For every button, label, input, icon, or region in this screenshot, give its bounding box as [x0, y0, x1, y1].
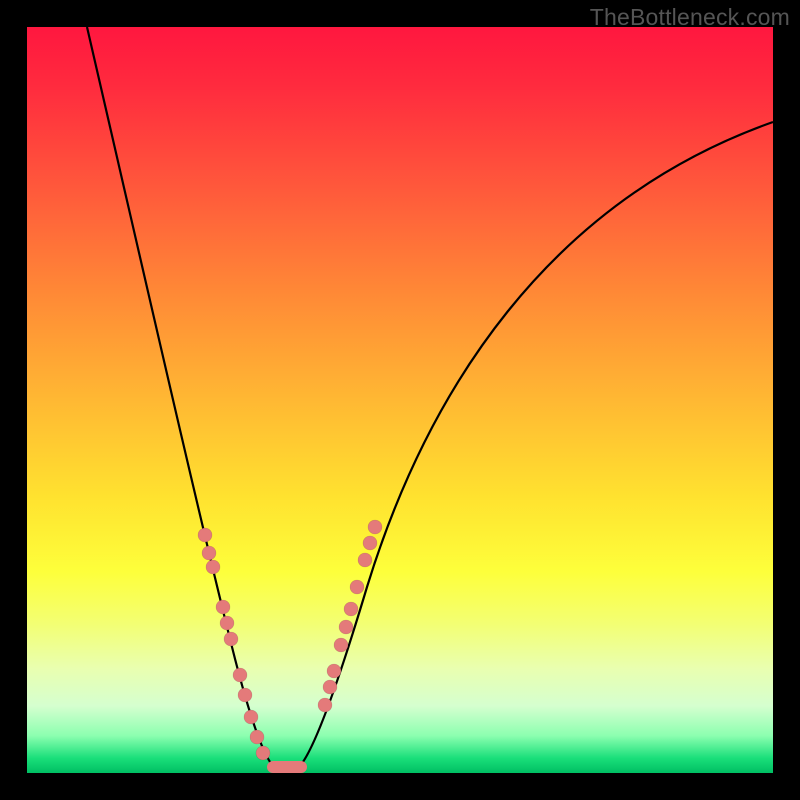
data-dot: [256, 746, 270, 760]
dot-cluster-valley: [267, 761, 307, 773]
data-dot: [323, 680, 337, 694]
dot-cluster-left-arm: [198, 528, 270, 760]
data-dot: [216, 600, 230, 614]
data-dot: [238, 688, 252, 702]
data-dot: [206, 560, 220, 574]
data-dot: [318, 698, 332, 712]
bottleneck-curve-right: [297, 122, 773, 769]
dot-cluster-right-arm: [318, 520, 382, 712]
data-dot: [327, 664, 341, 678]
data-dot: [250, 730, 264, 744]
data-dot: [233, 668, 247, 682]
plot-area: [27, 27, 773, 773]
data-dot: [224, 632, 238, 646]
data-dot: [368, 520, 382, 534]
data-dot: [244, 710, 258, 724]
data-dot: [339, 620, 353, 634]
data-dot: [358, 553, 372, 567]
data-dot: [198, 528, 212, 542]
data-dot: [202, 546, 216, 560]
curve-layer: [27, 27, 773, 773]
data-dot: [220, 616, 234, 630]
bottleneck-curve-left: [87, 27, 277, 769]
canvas-frame: TheBottleneck.com: [0, 0, 800, 800]
data-dot: [363, 536, 377, 550]
watermark-text: TheBottleneck.com: [590, 4, 790, 31]
data-dot: [334, 638, 348, 652]
data-dot: [344, 602, 358, 616]
data-dot: [350, 580, 364, 594]
